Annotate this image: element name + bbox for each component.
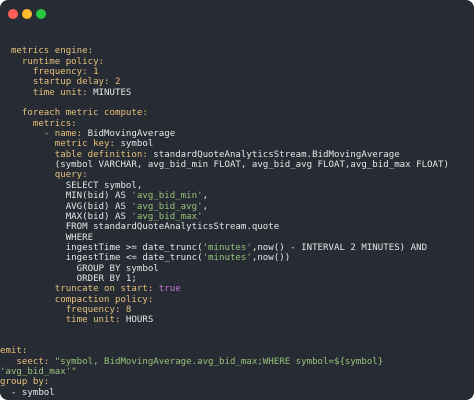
code-line: runtime policy: bbox=[0, 57, 474, 67]
code-line: (symbol VARCHAR, avg_bid_min FLOAT, avg_… bbox=[0, 160, 474, 170]
string-literal: 'minutes' bbox=[202, 253, 252, 264]
yaml-value: AVG(bid) AS bbox=[0, 201, 132, 212]
code-window: metrics engine: runtime policy: frequenc… bbox=[0, 0, 474, 400]
yaml-key: startup delay: bbox=[0, 77, 110, 88]
code-line: group by: bbox=[0, 377, 474, 387]
code-line: metric key: symbol bbox=[0, 139, 474, 149]
yaml-key: frequency: bbox=[0, 67, 88, 78]
yaml-value: (symbol VARCHAR, avg_bid_min FLOAT, avg_… bbox=[0, 160, 449, 171]
code-line: ORDER BY 1; bbox=[0, 274, 474, 284]
code-line: query: bbox=[0, 170, 474, 180]
code-line: MAX(bid) AS 'avg_bid_max' bbox=[0, 212, 474, 222]
code-text: ,now()) bbox=[251, 253, 291, 264]
code-line: GROUP BY symbol bbox=[0, 264, 474, 274]
yaml-key: time unit: bbox=[0, 315, 121, 326]
yaml-value: SELECT symbol, bbox=[0, 180, 143, 191]
code-line: truncate on start: true bbox=[0, 284, 474, 294]
yaml-value: 2 bbox=[109, 77, 121, 88]
code-line: foreach metric compute: bbox=[0, 108, 474, 118]
code-line: ingestTime <= date_trunc('minutes',now()… bbox=[0, 253, 474, 263]
yaml-key: table definition: bbox=[0, 149, 148, 160]
string-literal: 'minutes' bbox=[202, 242, 252, 253]
yaml-key: truncate on start: bbox=[0, 284, 154, 295]
string-literal: 'avg_bid_min' bbox=[131, 191, 203, 202]
code-line: metrics: bbox=[0, 119, 474, 129]
code-line: time unit: MINUTES bbox=[0, 88, 474, 98]
code-line: time unit: HOURS bbox=[0, 315, 474, 325]
yaml-key: group by: bbox=[0, 377, 50, 388]
code-line: 'avg_bid_max'" bbox=[0, 367, 474, 377]
yaml-value: WHERE bbox=[0, 232, 94, 243]
code-line: compaction policy: bbox=[0, 295, 474, 305]
yaml-value: HOURS bbox=[120, 315, 154, 326]
code-text: , bbox=[202, 191, 209, 202]
yaml-value: MINUTES bbox=[87, 87, 132, 98]
code-text: ,now() - INTERVAL 2 MINUTES) AND bbox=[251, 242, 428, 253]
code-line: WHERE bbox=[0, 233, 474, 243]
yaml-value: true bbox=[153, 284, 181, 295]
yaml-value: FROM standardQuoteAnalyticsStream.quote bbox=[0, 222, 280, 233]
yaml-value: MIN(bid) AS bbox=[0, 191, 132, 202]
string-literal: 'avg_bid_avg' bbox=[131, 201, 203, 212]
yaml-key: query: bbox=[0, 170, 88, 181]
yaml-key: metrics: bbox=[0, 118, 77, 129]
code-line: table definition: standardQuoteAnalytics… bbox=[0, 150, 474, 160]
minimize-window-button[interactable] bbox=[22, 9, 32, 19]
yaml-value: MAX(bid) AS bbox=[0, 211, 132, 222]
yaml-value: 8 bbox=[120, 304, 132, 315]
code-line: - symbol bbox=[0, 388, 474, 398]
yaml-value: standardQuoteAnalyticsStream.BidMovingAv… bbox=[147, 149, 400, 160]
yaml-key: time unit: bbox=[0, 87, 88, 98]
code-line: ingestTime >= date_trunc('minutes',now()… bbox=[0, 243, 474, 253]
code-line: emit: bbox=[0, 346, 474, 356]
yaml-value: 1 bbox=[87, 67, 99, 78]
code-line: SELECT symbol, bbox=[0, 181, 474, 191]
yaml-value: ORDER BY 1; bbox=[0, 273, 137, 284]
code-line: FROM standardQuoteAnalyticsStream.quote bbox=[0, 222, 474, 232]
yaml-value: "symbol, BidMovingAverage.avg_bid_max;WH… bbox=[49, 356, 384, 367]
close-window-button[interactable] bbox=[8, 9, 18, 19]
yaml-key: frequency: bbox=[0, 304, 121, 315]
yaml-key: metrics engine: bbox=[0, 46, 94, 57]
yaml-value: symbol bbox=[114, 139, 154, 150]
window-titlebar bbox=[0, 0, 474, 28]
code-line: seect: "symbol, BidMovingAverage.avg_bid… bbox=[0, 357, 474, 367]
yaml-value: BidMovingAverage bbox=[82, 129, 176, 140]
code-text: , bbox=[202, 201, 209, 212]
yaml-key: seect: bbox=[0, 356, 50, 367]
code-line: - name: BidMovingAverage bbox=[0, 129, 474, 139]
yaml-key: - name: bbox=[0, 129, 83, 140]
code-line: frequency: 1 bbox=[0, 67, 474, 77]
yaml-value: ingestTime >= date_trunc( bbox=[0, 242, 203, 253]
yaml-value: 'avg_bid_max'" bbox=[0, 367, 77, 377]
yaml-key: metric key: bbox=[0, 139, 115, 150]
code-line: startup delay: 2 bbox=[0, 77, 474, 87]
code-line: frequency: 8 bbox=[0, 305, 474, 315]
yaml-value: ingestTime <= date_trunc( bbox=[0, 253, 203, 264]
code-line: AVG(bid) AS 'avg_bid_avg', bbox=[0, 202, 474, 212]
maximize-window-button[interactable] bbox=[36, 9, 46, 19]
yaml-key: foreach metric compute: bbox=[0, 108, 148, 119]
code-line: metrics engine: bbox=[0, 46, 474, 56]
yaml-value: - symbol bbox=[0, 387, 55, 398]
yaml-key: compaction policy: bbox=[0, 294, 154, 305]
code-line: MIN(bid) AS 'avg_bid_min', bbox=[0, 191, 474, 201]
string-literal: 'avg_bid_max' bbox=[131, 211, 203, 222]
yaml-value: GROUP BY symbol bbox=[0, 263, 159, 274]
yaml-code-block: metrics engine: runtime policy: frequenc… bbox=[0, 36, 474, 398]
yaml-key: emit: bbox=[0, 346, 28, 357]
yaml-key: runtime policy: bbox=[0, 56, 105, 67]
